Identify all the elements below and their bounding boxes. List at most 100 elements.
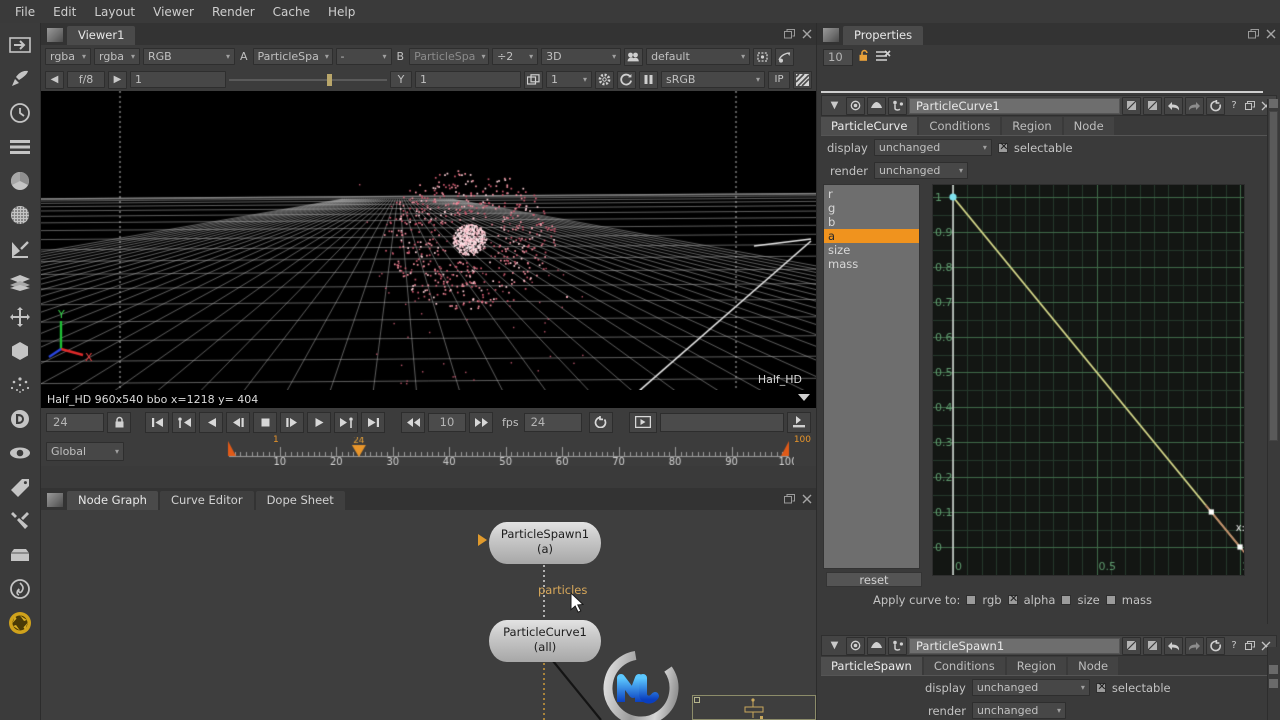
input-a-dropdown[interactable]: ParticleSpa ▾ xyxy=(252,48,333,65)
close-panel-icon[interactable] xyxy=(1266,29,1276,42)
channel-set-dropdown[interactable]: rgba ▾ xyxy=(45,48,91,65)
undo-icon[interactable] xyxy=(1164,96,1183,115)
render-dropdown[interactable]: unchanged ▾ xyxy=(971,702,1066,719)
display-dropdown[interactable]: unchanged ▾ xyxy=(873,139,992,156)
fps-field[interactable]: 24 xyxy=(523,412,582,432)
view-select-dropdown[interactable]: default ▾ xyxy=(646,48,751,65)
tab-node[interactable]: Node xyxy=(1068,657,1119,675)
collapse-arrow-icon[interactable]: ▼ xyxy=(825,637,844,655)
playback-range-field[interactable] xyxy=(659,412,784,432)
gain-field[interactable]: 1 xyxy=(130,71,226,88)
menu-item-viewer[interactable]: Viewer xyxy=(144,2,203,22)
tab-viewer1[interactable]: Viewer1 xyxy=(67,26,136,45)
playback-mode-icon[interactable] xyxy=(628,411,657,433)
gain-slider-knob[interactable] xyxy=(326,74,332,86)
menu-item-layout[interactable]: Layout xyxy=(85,2,144,22)
collapse-arrow-icon[interactable]: ▼ xyxy=(825,97,844,115)
pipe-icon[interactable] xyxy=(888,636,907,655)
toolsets-wrench-icon[interactable] xyxy=(3,504,37,538)
metadata-tag-icon[interactable] xyxy=(3,470,37,504)
tab-conditions[interactable]: Conditions xyxy=(923,657,1005,675)
properties-scrollbar-2[interactable] xyxy=(1267,647,1279,720)
node-color-icon[interactable] xyxy=(846,96,865,115)
gear-icon[interactable] xyxy=(595,70,614,89)
channel-item-a[interactable]: a xyxy=(824,229,919,243)
mask-icon[interactable] xyxy=(867,96,886,115)
selectable-checkbox[interactable] xyxy=(1095,680,1107,693)
node-particle-curve1[interactable]: ParticleCurve1 (all) xyxy=(489,620,601,662)
channel-dropdown[interactable]: rgba ▾ xyxy=(94,48,140,65)
scroll-up-arrow-icon[interactable] xyxy=(1269,665,1278,674)
time-clock-icon[interactable] xyxy=(3,96,37,130)
lock-icon[interactable] xyxy=(107,411,131,433)
float-panel-icon[interactable] xyxy=(1248,29,1259,42)
rewind-icon[interactable] xyxy=(401,411,425,433)
furnace-icon[interactable] xyxy=(3,572,37,606)
menu-item-file[interactable]: File xyxy=(6,2,44,22)
menu-item-render[interactable]: Render xyxy=(203,2,264,22)
tab-dope-sheet[interactable]: Dope Sheet xyxy=(255,491,345,510)
scrollbar-thumb[interactable] xyxy=(1269,111,1278,441)
tab-region[interactable]: Region xyxy=(1006,657,1067,675)
loop-icon[interactable] xyxy=(588,411,613,433)
set-a-icon[interactable] xyxy=(1122,96,1141,115)
max-panels-field[interactable]: 10 xyxy=(823,48,853,66)
step-forward-frame-icon[interactable] xyxy=(280,411,304,433)
render-dropdown[interactable]: unchanged ▾ xyxy=(873,162,968,179)
fast-forward-icon[interactable] xyxy=(469,411,493,433)
merge-layers-icon[interactable] xyxy=(3,266,37,300)
selectable-checkbox[interactable] xyxy=(997,140,1009,153)
timeline-range-dropdown[interactable]: Global ▾ xyxy=(46,441,124,461)
input-b-dropdown[interactable]: ParticleSpa ▾ xyxy=(409,48,490,65)
image-read-icon[interactable] xyxy=(3,28,37,62)
first-frame-icon[interactable] xyxy=(145,411,169,433)
proxy-dropdown[interactable]: 1 ▾ xyxy=(546,71,592,88)
step-back-frame-icon[interactable] xyxy=(226,411,250,433)
filter-halftone-icon[interactable] xyxy=(3,198,37,232)
set-a-icon[interactable] xyxy=(1122,636,1141,655)
3d-geometry-icon[interactable] xyxy=(3,334,37,368)
play-backward-icon[interactable] xyxy=(199,411,223,433)
tab-particlecurve[interactable]: ParticleCurve xyxy=(821,117,918,135)
flipbook-icon[interactable] xyxy=(787,411,811,433)
region-of-interest-icon[interactable] xyxy=(753,47,773,66)
frame-increment-field[interactable]: 10 xyxy=(428,412,466,432)
menu-item-help[interactable]: Help xyxy=(319,2,364,22)
layer-dropdown[interactable]: RGB ▾ xyxy=(143,48,235,65)
clear-all-icon[interactable] xyxy=(876,49,891,65)
keyer-pen-icon[interactable] xyxy=(3,232,37,266)
camera-icon[interactable] xyxy=(624,47,644,66)
tab-curve-editor[interactable]: Curve Editor xyxy=(159,491,254,510)
3d-viewport[interactable]: Half_HD xyxy=(41,91,816,390)
gamma-field[interactable]: 1 xyxy=(415,71,521,88)
channel-item-r[interactable]: r xyxy=(824,187,919,201)
paint-icon[interactable] xyxy=(3,62,37,96)
apply-mass-checkbox[interactable] xyxy=(1105,595,1116,605)
current-frame-field[interactable]: 24 xyxy=(46,412,104,432)
channel-layers-icon[interactable] xyxy=(3,130,37,164)
tab-region[interactable]: Region xyxy=(1002,117,1062,135)
help-icon[interactable]: ? xyxy=(1227,97,1241,115)
node-particle-spawn1[interactable]: ParticleSpawn1 (a) xyxy=(489,522,601,564)
node-graph-minimap[interactable] xyxy=(692,695,816,720)
refresh-icon[interactable] xyxy=(617,70,636,89)
deep-icon[interactable] xyxy=(3,402,37,436)
curve-graph-canvas[interactable] xyxy=(933,185,1244,575)
channel-item-b[interactable]: b xyxy=(824,215,919,229)
revert-icon[interactable] xyxy=(1206,636,1225,655)
checkerboard-icon[interactable] xyxy=(793,70,812,89)
menu-item-edit[interactable]: Edit xyxy=(44,2,85,22)
last-frame-icon[interactable] xyxy=(361,411,385,433)
properties-scrollbar-1[interactable] xyxy=(1267,99,1279,624)
redo-icon[interactable] xyxy=(1185,636,1204,655)
unlocked-icon[interactable] xyxy=(858,49,871,65)
close-panel-icon[interactable] xyxy=(802,29,812,42)
apply-size-checkbox[interactable] xyxy=(1061,595,1072,605)
tab-node-graph[interactable]: Node Graph xyxy=(67,491,158,510)
node-name-field[interactable]: ParticleSpawn1 xyxy=(909,637,1120,654)
channel-list[interactable]: r g b a size mass xyxy=(823,184,920,569)
set-b-icon[interactable] xyxy=(1143,96,1162,115)
float-icon[interactable] xyxy=(1243,637,1257,655)
viewport-canvas[interactable] xyxy=(41,91,816,390)
scroll-down-arrow-icon[interactable] xyxy=(1269,679,1278,688)
